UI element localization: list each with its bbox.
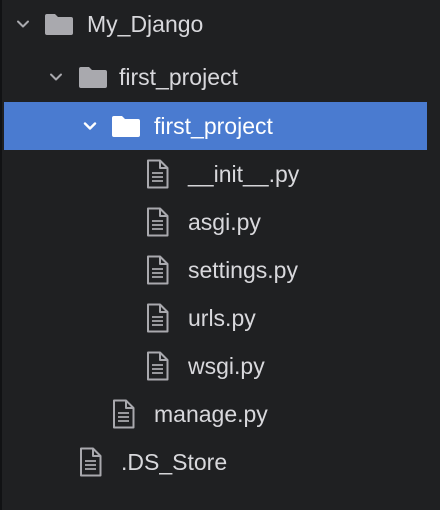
tree-item-label: asgi.py [188,209,261,235]
tree-item-asgi-py[interactable]: asgi.py [4,198,427,246]
tree-item-wsgi-py[interactable]: wsgi.py [4,342,427,390]
tree-item-label: first_project [119,64,238,90]
tree-item-init-py[interactable]: __init__.py [4,150,427,198]
tree-item-manage-py[interactable]: manage.py [4,390,427,438]
chevron-down-icon[interactable] [81,117,99,135]
tree-item-label: .DS_Store [121,449,228,475]
tree-item-label: urls.py [188,305,256,331]
tree-item-label: My_Django [87,11,204,37]
tree-item-ds-store[interactable]: .DS_Store [4,438,427,486]
chevron-down-icon[interactable] [47,68,65,86]
folder-icon [111,114,141,138]
chevron-down-icon[interactable] [14,15,32,33]
tree-item-label: first_project [154,113,273,139]
file-icon [111,399,135,429]
tree-item-first-project-inner[interactable]: first_project [4,102,427,150]
tree-item-label: wsgi.py [188,353,265,379]
tree-item-label: settings.py [188,257,298,283]
folder-icon [44,12,74,36]
file-icon [145,159,169,189]
tree-item-settings-py[interactable]: settings.py [4,246,427,294]
tree-item-first-project-outer[interactable]: first_project [4,53,427,101]
file-icon [145,255,169,285]
tree-item-label: __init__.py [188,161,300,187]
folder-icon [78,65,108,89]
tree-item-label: manage.py [154,401,268,427]
tree-item-my-django[interactable]: My_Django [4,0,427,48]
file-icon [145,351,169,381]
file-icon [145,303,169,333]
file-icon [78,447,102,477]
file-icon [145,207,169,237]
tree-item-urls-py[interactable]: urls.py [4,294,427,342]
file-tree: My_Django first_project first_project __… [0,0,440,510]
